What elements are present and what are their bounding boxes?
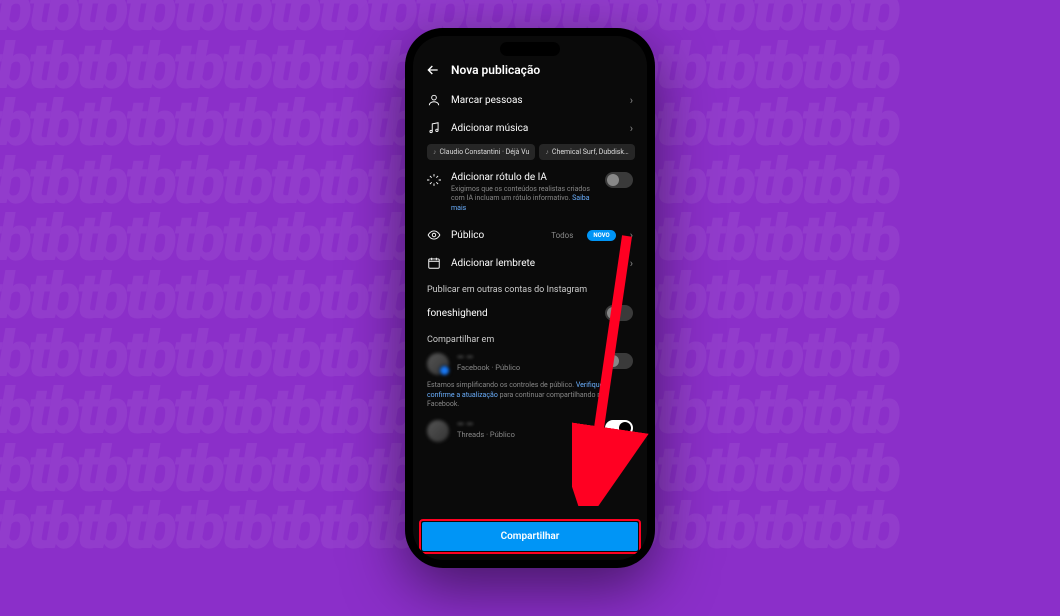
share-in-label: Compartilhar em — [413, 327, 647, 349]
add-music-label: Adicionar música — [451, 123, 620, 134]
sparkle-icon — [427, 173, 441, 187]
reminder-label: Adicionar lembrete — [451, 258, 620, 269]
account-name: foneshighend — [427, 308, 605, 319]
account-row: foneshighend — [413, 299, 647, 327]
chevron-right-icon: › — [630, 229, 633, 242]
publish-other-label: Publicar em outras contas do Instagram — [413, 277, 647, 299]
ai-label-toggle[interactable] — [605, 172, 633, 188]
notch — [500, 42, 560, 56]
fb-name: — — — [457, 353, 597, 363]
calendar-icon — [427, 256, 441, 270]
novo-badge: NOVO — [587, 230, 615, 241]
threads-sub: Threads · Público — [457, 430, 597, 439]
avatar — [427, 420, 449, 442]
eye-icon — [427, 228, 441, 242]
fb-sub: Facebook · Público — [457, 363, 597, 372]
music-chip[interactable]: Chemical Surf, Dubdisk… — [539, 144, 634, 160]
music-chips: Claudio Constantini · Déjà Vu Chemical S… — [413, 142, 647, 166]
facebook-share-row: — — Facebook · Público — [413, 349, 647, 379]
ai-label-desc: Exigimos que os conteúdos realistas cria… — [451, 185, 595, 213]
back-icon[interactable] — [425, 62, 441, 78]
threads-toggle[interactable] — [605, 420, 633, 436]
ai-label-title: Adicionar rótulo de IA — [451, 172, 595, 183]
reminder-row[interactable]: Adicionar lembrete › — [413, 249, 647, 277]
fb-desc: Estamos simplificando os controles de pú… — [413, 379, 647, 415]
threads-name: — — — [457, 420, 597, 430]
threads-share-row: — — Threads · Público — [413, 416, 647, 446]
music-icon — [427, 121, 441, 135]
page-title: Nova publicação — [451, 63, 540, 77]
audience-row[interactable]: Público Todos NOVO › — [413, 221, 647, 249]
tag-people-label: Marcar pessoas — [451, 95, 620, 106]
avatar — [427, 353, 449, 375]
share-button-highlight: Compartilhar — [419, 519, 641, 554]
share-button[interactable]: Compartilhar — [422, 522, 638, 551]
screen: Nova publicação Marcar pessoas › Adicion… — [413, 36, 647, 560]
account-toggle[interactable] — [605, 305, 633, 321]
ai-label-row: Adicionar rótulo de IA Exigimos que os c… — [413, 166, 647, 221]
tag-people-row[interactable]: Marcar pessoas › — [413, 86, 647, 114]
fb-toggle[interactable] — [605, 353, 633, 369]
add-music-row[interactable]: Adicionar música › — [413, 114, 647, 142]
audience-value: Todos — [551, 231, 573, 240]
chevron-right-icon: › — [630, 257, 633, 270]
chevron-right-icon: › — [630, 122, 633, 135]
person-icon — [427, 93, 441, 107]
chevron-right-icon: › — [630, 94, 633, 107]
phone-frame: Nova publicação Marcar pessoas › Adicion… — [405, 28, 655, 568]
music-chip[interactable]: Claudio Constantini · Déjà Vu — [427, 144, 535, 160]
audience-label: Público — [451, 230, 541, 241]
